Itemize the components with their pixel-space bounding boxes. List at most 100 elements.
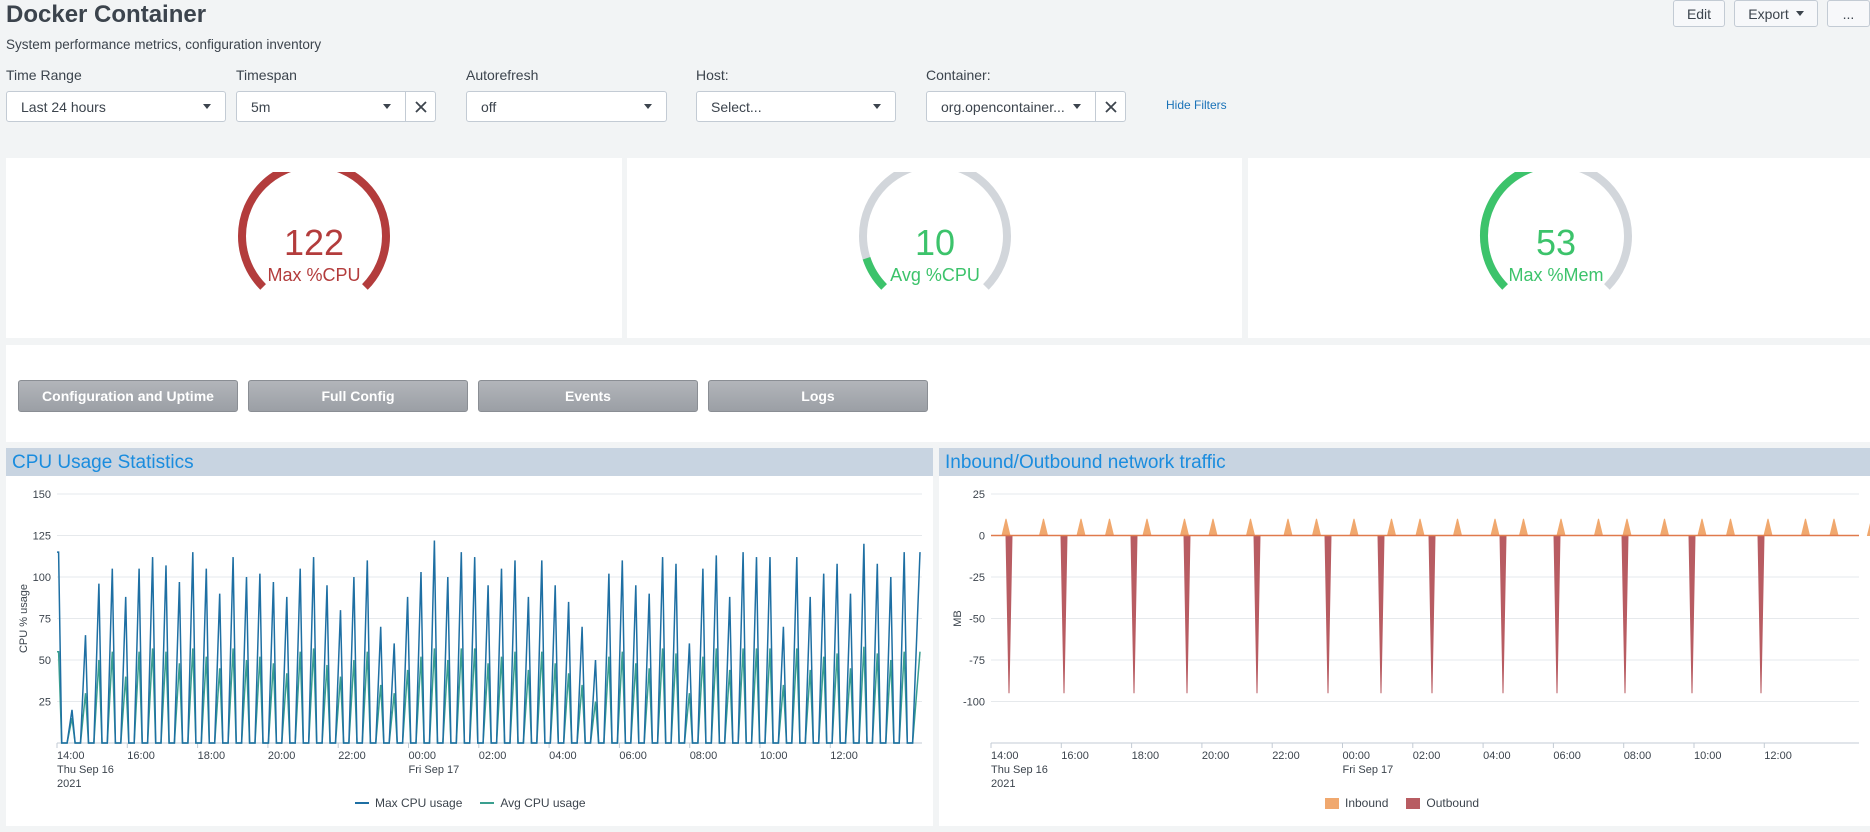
cpu-panel-title: CPU Usage Statistics bbox=[12, 452, 194, 473]
inbound-spike bbox=[1076, 518, 1086, 536]
y-tick-label: 75 bbox=[39, 614, 51, 626]
chevron-down-icon bbox=[644, 104, 652, 109]
inbound-spike bbox=[1283, 518, 1293, 536]
more-button[interactable]: ... bbox=[1827, 0, 1870, 27]
export-button-label: Export bbox=[1748, 5, 1789, 22]
inbound-spike bbox=[1725, 518, 1736, 536]
outbound-spike bbox=[1005, 535, 1013, 694]
gauge-value: 53 bbox=[1535, 222, 1577, 263]
timespan-select[interactable]: 5m bbox=[236, 91, 406, 122]
hide-filters-link[interactable]: Hide Filters bbox=[1166, 98, 1227, 112]
outbound-spike bbox=[1757, 535, 1765, 694]
gauge-label: Avg %CPU bbox=[890, 265, 980, 285]
inbound-spike bbox=[1142, 518, 1152, 536]
cpu-legend: Max CPU usage Avg CPU usage bbox=[355, 796, 586, 810]
x-tick-date-label: Fri Sep 17 bbox=[1343, 764, 1394, 776]
outbound-spike bbox=[1130, 535, 1138, 694]
timespan-clear-button[interactable] bbox=[405, 91, 436, 122]
host-label: Host: bbox=[696, 67, 729, 83]
container-clear-button[interactable] bbox=[1095, 91, 1126, 122]
legend-max-cpu: Max CPU usage bbox=[375, 796, 463, 810]
series-line bbox=[57, 540, 921, 744]
close-icon bbox=[1104, 100, 1117, 113]
configuration-uptime-button[interactable]: Configuration and Uptime bbox=[18, 380, 238, 412]
timespan-value: 5m bbox=[251, 98, 271, 115]
inbound-spike bbox=[1208, 518, 1218, 536]
x-tick-label: 08:00 bbox=[690, 750, 718, 762]
close-icon bbox=[414, 100, 427, 113]
inbound-spike bbox=[1697, 518, 1707, 536]
container-label: Container: bbox=[926, 67, 991, 83]
inbound-spike bbox=[1800, 518, 1811, 536]
chevron-down-icon bbox=[1073, 104, 1081, 109]
x-tick-label: 06:00 bbox=[1553, 750, 1581, 762]
y-tick-label: 0 bbox=[979, 531, 985, 543]
y-tick-label: -25 bbox=[969, 572, 985, 584]
inbound-spike bbox=[1556, 518, 1566, 536]
legend-outbound: Outbound bbox=[1426, 796, 1480, 810]
legend-inbound: Inbound bbox=[1345, 796, 1389, 810]
y-tick-label: 125 bbox=[33, 531, 51, 543]
y-tick-label: -50 bbox=[969, 614, 985, 626]
inbound-spike bbox=[1452, 518, 1463, 536]
outbound-spike bbox=[1688, 535, 1696, 694]
events-button[interactable]: Events bbox=[478, 380, 698, 412]
x-tick-label: 06:00 bbox=[619, 750, 647, 762]
y-tick-label: 25 bbox=[973, 489, 985, 501]
x-tick-date-label: Fri Sep 17 bbox=[409, 764, 460, 776]
x-tick-label: 22:00 bbox=[1272, 750, 1300, 762]
network-panel-title: Inbound/Outbound network traffic bbox=[945, 452, 1226, 473]
inbound-spike bbox=[1622, 518, 1632, 536]
x-tick-label: 22:00 bbox=[338, 750, 366, 762]
x-tick-year-label: 2021 bbox=[991, 778, 1015, 788]
x-tick-label: 12:00 bbox=[830, 750, 858, 762]
outbound-spike bbox=[1377, 535, 1385, 694]
time-range-select[interactable]: Last 24 hours bbox=[6, 91, 226, 122]
autorefresh-select[interactable]: off bbox=[466, 91, 667, 122]
x-tick-date-label: Thu Sep 16 bbox=[57, 764, 114, 776]
inbound-spike bbox=[1659, 518, 1670, 536]
x-tick-label: 02:00 bbox=[1413, 750, 1441, 762]
y-tick-label: 25 bbox=[39, 697, 51, 709]
inbound-spike bbox=[1038, 518, 1049, 536]
container-select[interactable]: org.opencontainer... bbox=[926, 91, 1096, 122]
inbound-spike bbox=[1001, 518, 1011, 536]
edit-button[interactable]: Edit bbox=[1673, 0, 1725, 27]
autorefresh-value: off bbox=[481, 98, 497, 115]
cpu-panel-header: CPU Usage Statistics bbox=[6, 448, 933, 476]
host-select[interactable]: Select... bbox=[696, 91, 896, 122]
outbound-spike bbox=[1183, 535, 1191, 694]
chevron-down-icon bbox=[1795, 11, 1804, 16]
inbound-spike bbox=[1179, 518, 1190, 536]
gauge-panel-avg-cpu: 10 Avg %CPU bbox=[627, 158, 1242, 338]
series-line bbox=[57, 646, 921, 744]
full-config-button[interactable]: Full Config bbox=[248, 380, 468, 412]
y-tick-label: 100 bbox=[33, 572, 51, 584]
legend-avg-cpu: Avg CPU usage bbox=[500, 796, 586, 810]
inbound-spike bbox=[1829, 518, 1839, 536]
y-tick-label: -100 bbox=[963, 697, 985, 709]
x-tick-label: 20:00 bbox=[1202, 750, 1230, 762]
host-value: Select... bbox=[711, 98, 762, 115]
x-tick-label: 00:00 bbox=[1343, 750, 1371, 762]
outbound-spike bbox=[1428, 535, 1436, 694]
outbound-spike bbox=[1499, 535, 1507, 694]
gauge-panel-max-mem: 53 Max %Mem bbox=[1248, 158, 1870, 338]
more-button-label: ... bbox=[1842, 5, 1855, 22]
inbound-spike bbox=[1518, 518, 1529, 536]
chevron-down-icon bbox=[873, 104, 881, 109]
gauge-label: Max %Mem bbox=[1508, 265, 1604, 285]
inbound-spike bbox=[1763, 518, 1773, 536]
timespan-label: Timespan bbox=[236, 67, 297, 83]
inbound-spike bbox=[1311, 518, 1322, 536]
x-tick-label: 04:00 bbox=[549, 750, 577, 762]
inbound-spike bbox=[1490, 518, 1500, 536]
time-range-label: Time Range bbox=[6, 67, 82, 83]
legend-swatch-inbound bbox=[1325, 797, 1339, 809]
page-description: System performance metrics, configuratio… bbox=[6, 37, 322, 52]
inbound-spike bbox=[1593, 518, 1604, 536]
y-axis-label: MB bbox=[952, 610, 964, 627]
export-button[interactable]: Export bbox=[1734, 0, 1818, 27]
gauge-label: Max %CPU bbox=[267, 265, 361, 285]
logs-button[interactable]: Logs bbox=[708, 380, 928, 412]
